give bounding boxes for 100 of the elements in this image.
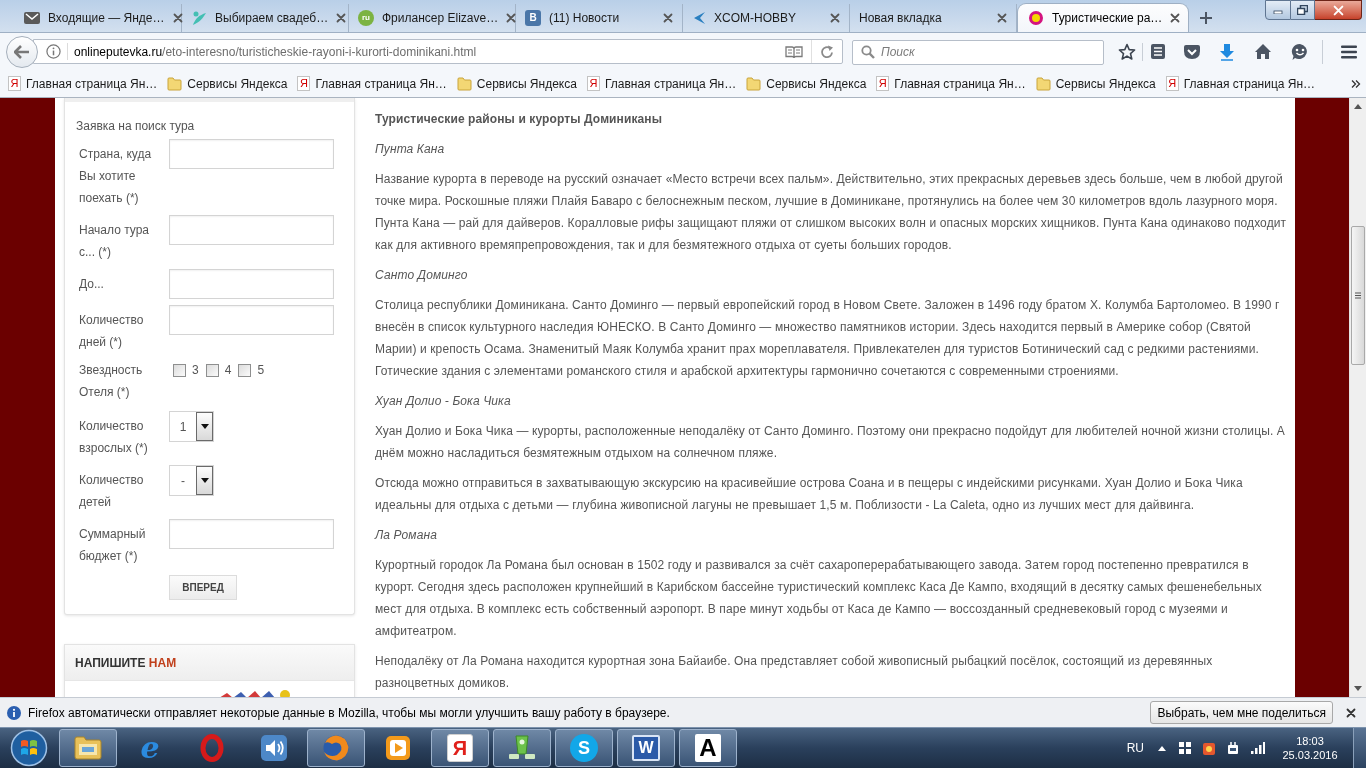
letter-tile: Я [876, 76, 890, 91]
play-icon [385, 735, 411, 761]
folder-icon [73, 735, 103, 761]
taskbar-button[interactable]: W [617, 729, 675, 767]
bookmark-item[interactable]: Сервисы Яндекса [1035, 74, 1156, 93]
close-icon[interactable] [506, 13, 517, 23]
bookmark-item[interactable]: Я Главная страница Ян… [586, 74, 737, 93]
paragraph: Отсюда можно отправиться в захватывающую экскурсию на красивейшие острова Соана и в пещеры с индейскими рисунками. Хуан Долио и Бока Чика идеальны для отдыха с детьми — глубина живописной лагуны не превышает 1,5 м. Поблизости - La Caleta, одно из лучших мест для дайвинга. [375, 475, 1244, 514]
list-icon[interactable] [1150, 43, 1166, 60]
folder-icon [746, 76, 762, 91]
checkbox[interactable] [205, 363, 219, 377]
smiley-bubble-icon[interactable] [1291, 42, 1309, 61]
info-icon [46, 44, 61, 59]
download-icon[interactable] [1219, 42, 1235, 61]
search-field[interactable]: Поиск [852, 39, 1104, 65]
triangle-up-icon[interactable] [1158, 745, 1166, 751]
scrollbar-thumb[interactable] [1351, 226, 1365, 365]
field-label: Количество дней (*) [79, 312, 145, 351]
taskbar-button[interactable] [59, 729, 117, 767]
section-heading: Санто Доминго [375, 267, 469, 284]
bookmark-item[interactable]: Я Главная страница Ян… [876, 74, 1026, 93]
input-field[interactable] [169, 269, 334, 299]
signal-bars-icon[interactable] [1250, 741, 1265, 755]
browser-tab[interactable]: Туристические ра… [1017, 3, 1189, 32]
section-heading: Хуан Долио - Бока Чика [375, 393, 512, 410]
back-arrow-icon [14, 44, 30, 59]
arrow-up-icon[interactable] [1354, 104, 1362, 109]
plug-icon[interactable] [1226, 740, 1240, 756]
paragraph: Название курорта в переводе на русский означает «Место встречи всех пальм». Действительно, этих прекрасных деревьев здесь больше, чем в любой другой точке мира. Роскошные пляжи Плайя Баваро с белоснежным песком, лучшие в Доминикане, протянулись на более чем 30 километров вдоль лазурного моря. Пунта Кана — рай для дайверов. Коралловые рифы защищают пляжи от слишком высоких волн и опасных морских хищников. Пунта Кана одинаково подходит как для активного времяпрепровождения, так и для безмятежного отдыха от суеты больших городов. [375, 171, 1287, 254]
taskbar-button[interactable]: Я [431, 729, 489, 767]
favicon-badge: ru [358, 10, 374, 26]
notification-message: Firefox автоматически отправляет некоторые данные в Mozilla, чтобы мы могли улучшить вашу работу в браузере. [28, 704, 670, 722]
checkbox-label: 4 [224, 362, 232, 379]
close-icon[interactable] [1170, 13, 1181, 23]
close-icon[interactable] [663, 13, 673, 23]
home-icon[interactable] [1254, 43, 1272, 60]
checkbox-label: 5 [257, 362, 265, 379]
letter-tile: Я [8, 76, 21, 91]
back-button[interactable] [6, 35, 38, 68]
caret-icon [200, 424, 209, 429]
input-field[interactable] [169, 305, 334, 335]
favicon-tile: В [525, 10, 541, 26]
letter-logo: S [570, 734, 598, 762]
close-icon[interactable] [997, 13, 1007, 23]
close-icon[interactable] [172, 13, 183, 23]
ring-icon [1028, 10, 1044, 26]
close-icon[interactable] [1346, 707, 1356, 718]
arrow-down-icon[interactable] [1354, 686, 1362, 691]
submit-button[interactable]: ВПЕРЕД [169, 575, 237, 600]
close-window-button[interactable] [1315, 0, 1362, 20]
checkbox-label: 3 [192, 362, 199, 379]
star-icon[interactable] [1118, 42, 1136, 61]
minimize-button[interactable] [1265, 0, 1291, 20]
article-title: Туристические районы и курорты Доминиканы [375, 111, 664, 128]
close-icon[interactable] [830, 13, 840, 23]
input-field[interactable] [169, 139, 334, 169]
dot-tile-icon[interactable] [1202, 740, 1216, 756]
cup-icon [507, 734, 537, 762]
select-field[interactable]: - [169, 465, 214, 496]
letter-tile: W [632, 735, 660, 761]
plus-icon[interactable] [1199, 11, 1213, 25]
checkbox[interactable] [238, 363, 252, 377]
grip-icon [1355, 292, 1361, 299]
close-icon [1332, 4, 1344, 16]
field-label: Звездность Отеля (*) [79, 362, 144, 401]
taskbar-button[interactable] [493, 729, 551, 767]
address-field[interactable]: onlineputevka.ru/eto-interesno/turisticheskie-rayoni-i-kurorti-dominikani.html [33, 39, 843, 64]
folder-icon [456, 76, 472, 91]
restore-button[interactable] [1291, 0, 1315, 20]
share-choice-button[interactable]: Выбрать, чем мне поделиться [1150, 701, 1333, 724]
bookmark-item[interactable]: Я Главная страница Ян… [297, 74, 447, 93]
bookmark-item[interactable]: Сервисы Яндекса [746, 74, 867, 93]
menu-icon[interactable] [1340, 43, 1358, 60]
show-desktop-button[interactable] [1353, 728, 1366, 768]
select-field[interactable]: 1 [169, 411, 214, 442]
taskbar-button[interactable]: A [679, 729, 737, 767]
grid-icon[interactable] [1178, 741, 1192, 755]
bookmark-item[interactable]: Я Главная страница Ян… [8, 74, 158, 93]
paragraph: Столица республики Доминикана. Санто Доминго — первый европейский город в Новом Свете. Заложен в 1496 году братом Х. Колумба Бартоломео. В 1990 г внесён в список культурного наследия ЮНЕСКО. В Санто Доминго — множество памятников истории. Здесь находится первый в Америке собор (Святой Марии) и крепость Осама. Знаменитый Маяк Колумба хранит прах мореплавателя. Привлекателен для туристов Ботинический сад с редкими растениями. Готические здания с элементами романского стиля и арабской архитектуры гармонично сочетаются с современными строениями. [375, 297, 1281, 380]
close-icon[interactable] [336, 13, 347, 23]
bookmark-item[interactable]: Сервисы Яндекса [167, 74, 288, 93]
book-icon[interactable] [785, 44, 803, 59]
bookmark-item[interactable]: Я Главная страница Ян… [1165, 74, 1316, 93]
paragraph: Хуан Долио и Бока Чика — курорты, расположенные неподалёку от Санто Доминго. Поэтому они прекрасно подойдут для любителей ночной жизни столицы. А днём можно насладиться безмятежным отдыхом на солнечном пляже. [375, 423, 1286, 462]
envelope-icon [24, 12, 40, 24]
swoosh-icon [191, 10, 207, 26]
letter-tile: Я [1165, 76, 1179, 91]
shield-chevron-icon[interactable] [1183, 43, 1201, 60]
language-indicator[interactable]: RU [1126, 739, 1144, 757]
clock-time[interactable]: 18:03 [1296, 734, 1324, 748]
folder-icon [167, 76, 183, 91]
input-field[interactable] [169, 215, 334, 245]
checkbox[interactable] [173, 363, 186, 377]
field-label: До... [79, 276, 105, 293]
input-field[interactable] [169, 519, 334, 549]
reload-icon[interactable] [820, 44, 834, 59]
paragraph: Курортный городок Ла Романа был основан в 1502 году и развивался за счёт сахароперерабатывающего завода. Затем город постепенно превратился в курорт. Сегодня здесь расположен крупнейший в Карибском бассейне туристический комплекс Каса Де Кампо, входящий в десятку самых фешенебельных мест для отдыха. В комплекс есть собственный аэропорт. В паре минут ходьбы от Каса де Кампо — воссозданный средневековый город с музеями и амфитеатром. [375, 557, 1263, 640]
double-chevron-icon[interactable] [1351, 78, 1361, 89]
bookmark-item[interactable]: Сервисы Яндекса [456, 74, 577, 93]
clock-date[interactable]: 25.03.2016 [1282, 748, 1338, 762]
